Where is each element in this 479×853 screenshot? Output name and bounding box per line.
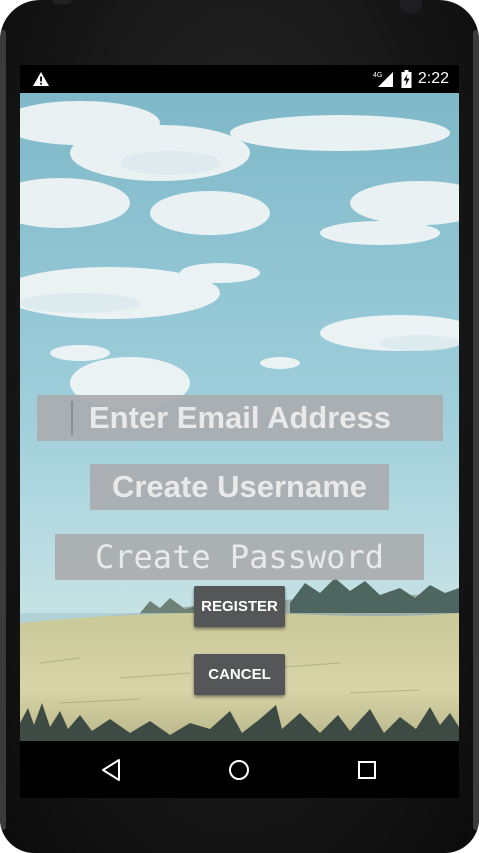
password-field[interactable]: Create Password — [55, 534, 424, 580]
email-field[interactable]: Enter Email Address — [37, 395, 443, 441]
recents-square-icon[interactable] — [354, 757, 380, 783]
warning-triangle-icon — [33, 72, 49, 86]
status-bar: 4G 2:22 — [20, 65, 459, 93]
cell-signal-icon: 4G — [373, 72, 393, 87]
register-screen: Enter Email Address Create Username Crea… — [20, 93, 459, 741]
phone-edge-left — [0, 30, 6, 830]
username-placeholder: Create Username — [111, 469, 368, 504]
phone-edge-right — [473, 30, 479, 830]
email-placeholder: Enter Email Address — [88, 400, 392, 435]
status-time: 2:22 — [417, 70, 449, 87]
phone-camera — [400, 0, 422, 14]
device-screen: 4G 2:22 Enter Email Address Create Usern… — [20, 65, 459, 798]
phone-speaker — [52, 0, 72, 4]
register-button[interactable]: REGISTER — [194, 586, 285, 627]
home-circle-icon[interactable] — [226, 757, 252, 783]
username-field[interactable]: Create Username — [90, 464, 389, 510]
network-type-label: 4G — [373, 72, 382, 79]
cancel-button[interactable]: CANCEL — [194, 654, 285, 695]
phone-frame: 4G 2:22 Enter Email Address Create Usern… — [0, 0, 479, 853]
password-placeholder: Create Password — [95, 538, 384, 576]
battery-charging-icon — [401, 70, 412, 88]
status-right-group: 4G 2:22 — [373, 69, 449, 89]
back-triangle-icon[interactable] — [99, 757, 125, 783]
navigation-bar — [20, 741, 459, 798]
text-cursor — [71, 401, 73, 435]
